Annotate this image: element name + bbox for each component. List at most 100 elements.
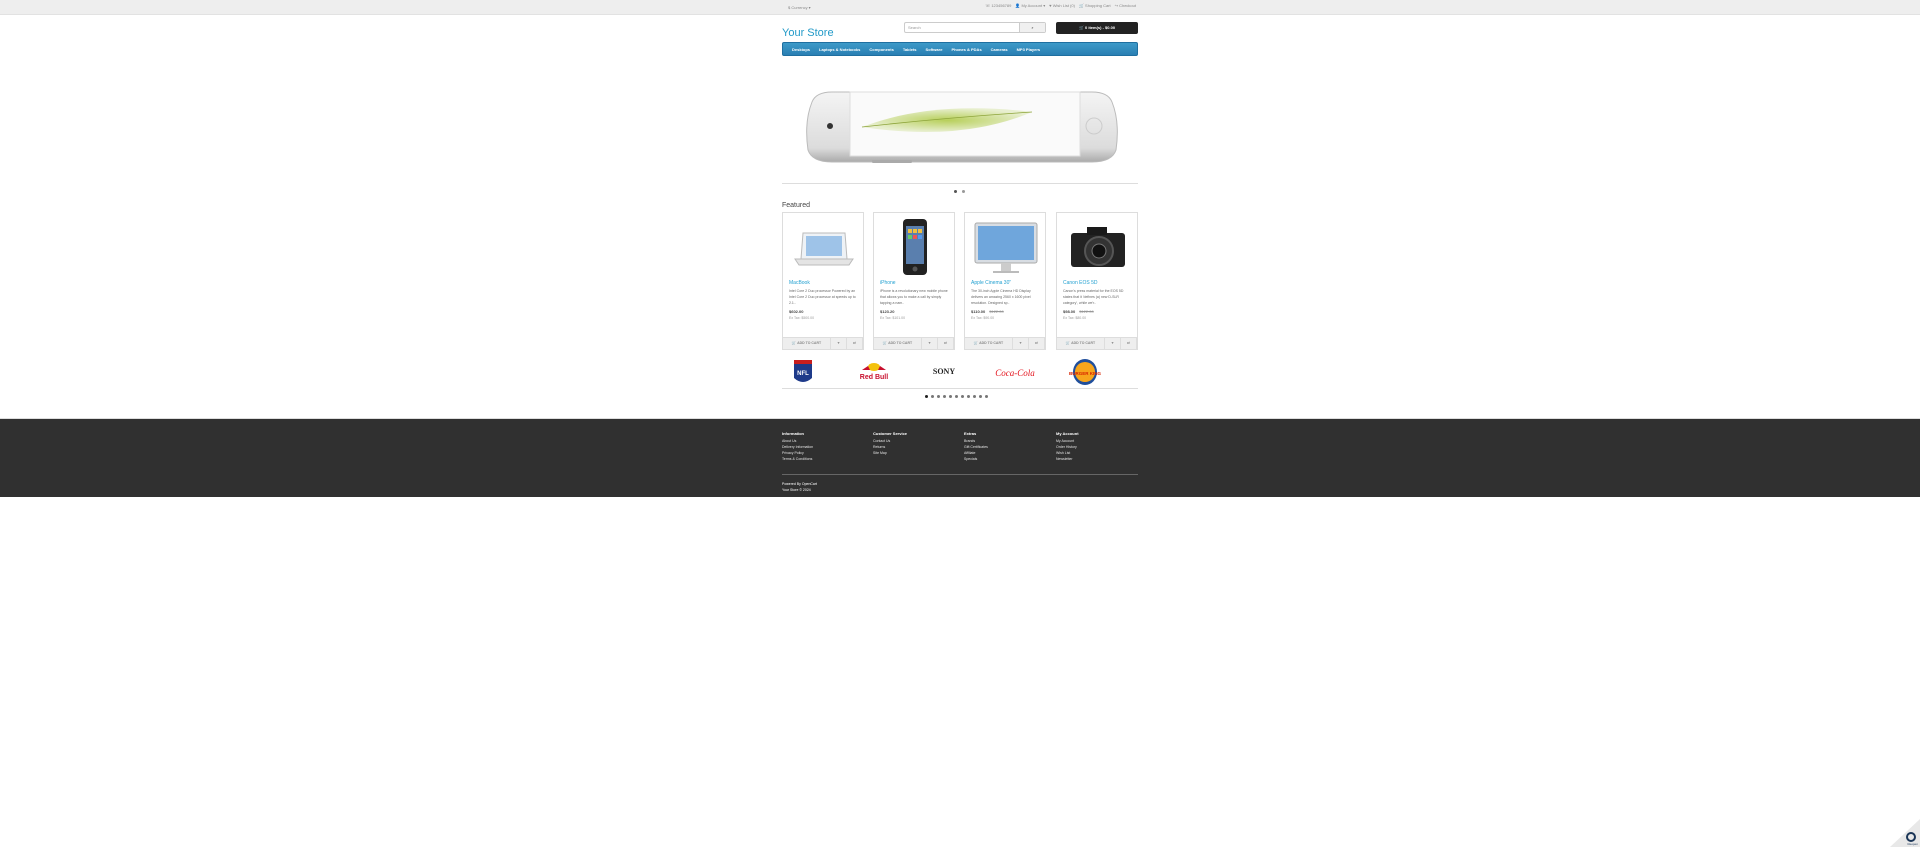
red-bull-logo: Red Bull (860, 363, 888, 381)
product-description: Intel Core 2 Duo processor Powered by an… (789, 289, 856, 305)
brand-dot-5[interactable] (949, 395, 952, 398)
menu-item-phones[interactable]: Phones & PDAs (951, 47, 981, 52)
product-actions: 🛒 ADD TO CART ♥ ⇄ (965, 337, 1045, 349)
macbook-image[interactable] (789, 217, 859, 277)
footer-heading: Information (782, 431, 804, 436)
heart-icon: ♥ (1019, 341, 1022, 345)
product-price: $98.00 $122.00 (1063, 309, 1094, 314)
wishlist-button[interactable]: ♥ (922, 338, 938, 349)
top-links: ☏ 123456789 👤 My Account ▾ ♥ Wish List (… (985, 3, 1136, 8)
heart-icon: ♥ (1111, 341, 1114, 345)
brand-carousel[interactable]: NFL Red Bull SONY Coca-Cola BURGER KING (782, 356, 1138, 389)
product-tax: Ex Tax: $500.00 (789, 316, 815, 320)
menu-item-laptops[interactable]: Laptops & Notebooks (819, 47, 860, 52)
svg-text:Red Bull: Red Bull (860, 374, 888, 381)
slide-dot-1[interactable] (954, 190, 957, 193)
corner-label: Reopen (1907, 842, 1918, 846)
heart-icon: ♥ (837, 341, 840, 345)
brand-logos: NFL Red Bull SONY Coca-Cola BURGER KING (794, 359, 1101, 385)
compare-button[interactable]: ⇄ (1121, 338, 1137, 349)
slideshow-divider (782, 183, 1138, 184)
add-to-cart-button[interactable]: 🛒 ADD TO CART (965, 338, 1013, 349)
compare-button[interactable]: ⇄ (1029, 338, 1045, 349)
footer-credits: Powered By OpenCart Your Store © 2024 (782, 481, 817, 493)
phone-link[interactable]: ☏ 123456789 (985, 3, 1011, 8)
reopen-icon[interactable] (1906, 832, 1916, 842)
product-card-apple-cinema: Apple Cinema 30" The 30-inch Apple Cinem… (964, 212, 1046, 350)
iphone-banner-image (806, 91, 1118, 163)
product-name[interactable]: iPhone (880, 280, 896, 286)
search-icon: ⌕ (1031, 25, 1034, 30)
brand-dot-11[interactable] (985, 395, 988, 398)
product-name[interactable]: Canon EOS 5D (1063, 280, 1097, 286)
brand-dot-1[interactable] (925, 395, 928, 398)
search-button[interactable]: ⌕ (1019, 23, 1045, 32)
footer-link[interactable]: Newsletter (1056, 456, 1079, 462)
footer-col-customer-service: Customer Service Contact Us Returns Site… (873, 431, 907, 456)
search-box: Search ⌕ (904, 22, 1046, 33)
add-to-cart-button[interactable]: 🛒 ADD TO CART (783, 338, 831, 349)
cart-button-label: 0 item(s) - $0.00 (1085, 25, 1116, 30)
apple-cinema-image[interactable] (971, 217, 1041, 277)
canon-camera-image[interactable] (1063, 217, 1133, 277)
brand-dot-3[interactable] (937, 395, 940, 398)
compare-button[interactable]: ⇄ (938, 338, 954, 349)
featured-heading: Featured (782, 202, 811, 209)
product-actions: 🛒 ADD TO CART ♥ ⇄ (1057, 337, 1137, 349)
product-name[interactable]: MacBook (789, 280, 810, 286)
footer-divider (782, 474, 1138, 475)
currency-dropdown[interactable]: $ Currency ▾ (788, 5, 811, 10)
wishlist-button[interactable]: ♥ (831, 338, 847, 349)
footer-link[interactable]: Specials (964, 456, 988, 462)
brand-dot-9[interactable] (973, 395, 976, 398)
slide-dot-2[interactable] (962, 190, 965, 193)
store-logo[interactable]: Your Store (782, 27, 834, 39)
wishlist-link[interactable]: ♥ Wish List (0) (1049, 3, 1075, 8)
menu-item-mp3[interactable]: MP3 Players (1017, 47, 1041, 52)
menu-item-desktops[interactable]: Desktops (792, 47, 810, 52)
footer-link[interactable]: Terms & Conditions (782, 456, 813, 462)
footer-col-information: Information About Us Delivery Informatio… (782, 431, 813, 462)
brand-dot-10[interactable] (979, 395, 982, 398)
brand-dot-2[interactable] (931, 395, 934, 398)
footer-link[interactable]: Site Map (873, 450, 907, 456)
product-actions: 🛒 ADD TO CART ♥ ⇄ (874, 337, 954, 349)
compare-icon: ⇄ (944, 341, 947, 345)
product-name[interactable]: Apple Cinema 30" (971, 280, 1011, 286)
nfl-logo: NFL (794, 360, 812, 382)
wishlist-button[interactable]: ♥ (1013, 338, 1029, 349)
svg-text:NFL: NFL (797, 371, 809, 377)
my-account-label: My Account ▾ (1021, 3, 1046, 8)
shopping-cart-label: Shopping Cart (1085, 3, 1111, 8)
brand-dot-8[interactable] (967, 395, 970, 398)
price-new: $602.00 (789, 309, 804, 314)
product-description: The 30-inch Apple Cinema HD Display deli… (971, 289, 1031, 305)
product-description: Canon's press material for the EOS 5D st… (1063, 289, 1124, 305)
product-tax: Ex Tax: $90.00 (971, 316, 995, 320)
add-to-cart-button[interactable]: 🛒 ADD TO CART (874, 338, 922, 349)
slideshow[interactable] (782, 62, 1138, 182)
search-input[interactable]: Search (905, 23, 1019, 32)
price-new: $110.00 (971, 309, 986, 314)
iphone-image[interactable] (880, 217, 950, 277)
menu-item-tablets[interactable]: Tablets (903, 47, 917, 52)
sony-logo: SONY (933, 367, 955, 376)
brand-dot-6[interactable] (955, 395, 958, 398)
brand-pagination (925, 395, 988, 398)
cart-button[interactable]: 🛒 0 item(s) - $0.00 (1056, 22, 1138, 34)
brand-dot-4[interactable] (943, 395, 946, 398)
my-account-dropdown[interactable]: 👤 My Account ▾ (1015, 3, 1045, 8)
checkout-link[interactable]: ↪ Checkout (1115, 3, 1136, 8)
menu-item-software[interactable]: Software (926, 47, 943, 52)
wishlist-button[interactable]: ♥ (1105, 338, 1121, 349)
menu-item-components[interactable]: Components (869, 47, 893, 52)
coca-cola-logo: Coca-Cola (995, 368, 1035, 378)
price-old: $122.00 (989, 309, 1004, 314)
menu-item-cameras[interactable]: Cameras (991, 47, 1008, 52)
product-description: iPhone is a revolutionary new mobile pho… (880, 289, 948, 305)
brand-dot-7[interactable] (961, 395, 964, 398)
product-price: $602.00 (789, 309, 803, 314)
add-to-cart-button[interactable]: 🛒 ADD TO CART (1057, 338, 1105, 349)
compare-button[interactable]: ⇄ (847, 338, 863, 349)
shopping-cart-link[interactable]: 🛒 Shopping Cart (1079, 3, 1111, 8)
